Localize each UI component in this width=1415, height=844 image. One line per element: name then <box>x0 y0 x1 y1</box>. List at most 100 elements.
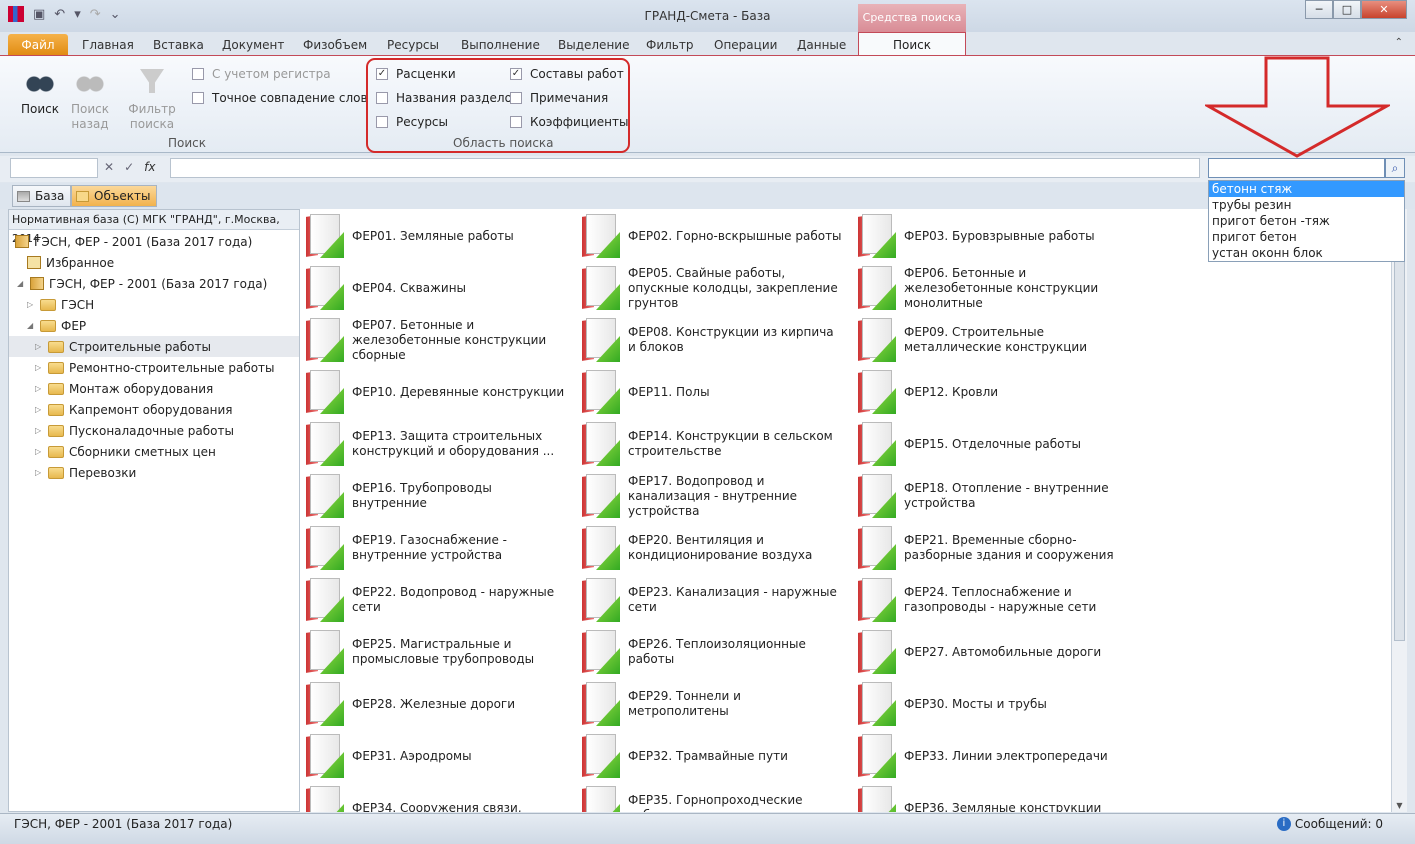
case-sensitive-checkbox[interactable]: С учетом регистра <box>192 67 331 81</box>
expand-arrow-icon[interactable]: ▷ <box>35 342 43 351</box>
collection-item[interactable]: ФЕР23. Канализация - наружные сети <box>576 575 846 625</box>
tab-objects[interactable]: Объекты <box>71 185 158 207</box>
collection-item[interactable]: ФЕР18. Отопление - внутренние устройства <box>852 471 1122 521</box>
collection-item[interactable]: ФЕР15. Отделочные работы <box>852 419 1122 469</box>
search-input[interactable] <box>1208 158 1385 178</box>
search-go-icon[interactable]: ⌕ <box>1385 158 1405 178</box>
exact-match-checkbox[interactable]: Точное совпадение слов <box>192 91 368 105</box>
collection-item[interactable]: ФЕР32. Трамвайные пути <box>576 731 846 781</box>
collection-item[interactable]: ФЕР12. Кровли <box>852 367 1122 417</box>
collection-item[interactable]: ФЕР22. Водопровод - наружные сети <box>300 575 570 625</box>
collection-item[interactable]: ФЕР03. Буровзрывные работы <box>852 211 1122 261</box>
tab-resources[interactable]: Ресурсы <box>387 38 439 52</box>
tab-base[interactable]: База <box>12 185 72 207</box>
collection-item[interactable]: ФЕР11. Полы <box>576 367 846 417</box>
search-button[interactable]: Поиск <box>20 66 60 117</box>
tree-node-commissioning[interactable]: ▷ Пусконаладочные работы <box>35 420 234 441</box>
collection-item[interactable]: ФЕР06. Бетонные и железобетонные констру… <box>852 263 1122 313</box>
tab-document[interactable]: Документ <box>222 38 284 52</box>
tab-volume[interactable]: Физобъем <box>303 38 367 52</box>
expand-arrow-icon[interactable]: ▷ <box>27 300 35 309</box>
cancel-icon[interactable]: ✕ <box>104 160 114 174</box>
tree-node-favorites[interactable]: Избранное <box>27 252 114 273</box>
collection-item[interactable]: ФЕР27. Автомобильные дороги <box>852 627 1122 677</box>
tree-node-overhaul[interactable]: ▷ Капремонт оборудования <box>35 399 233 420</box>
scroll-thumb[interactable] <box>1394 221 1405 641</box>
tab-insert[interactable]: Вставка <box>153 38 204 52</box>
tree-node-gesn[interactable]: ▷ ГЭСН <box>27 294 94 315</box>
expand-arrow-icon[interactable]: ▷ <box>35 363 43 372</box>
name-box[interactable] <box>10 158 98 178</box>
tab-home[interactable]: Главная <box>82 38 134 52</box>
collection-item[interactable]: ФЕР35. Горнопроходческие работы <box>576 783 846 812</box>
collection-item[interactable]: ФЕР33. Линии электропередачи <box>852 731 1122 781</box>
folder-icon <box>40 298 56 311</box>
collection-item[interactable]: ФЕР19. Газоснабжение - внутренние устрой… <box>300 523 570 573</box>
tree-node-root[interactable]: ГЭСН, ФЕР - 2001 (База 2017 года) <box>15 231 252 252</box>
expand-arrow-icon[interactable]: ▷ <box>35 426 43 435</box>
search-history-item[interactable]: трубы резин <box>1209 197 1404 213</box>
search-back-button[interactable]: Поиск назад <box>70 66 110 132</box>
expand-arrow-icon[interactable]: ▷ <box>35 405 43 414</box>
collection-item[interactable]: ФЕР21. Временные сборно-разборные здания… <box>852 523 1122 573</box>
tree-node-fer[interactable]: ◢ ФЕР <box>27 315 86 336</box>
collection-item[interactable]: ФЕР07. Бетонные и железобетонные констру… <box>300 315 570 365</box>
search-filter-button[interactable]: Фильтр поиска <box>128 66 176 132</box>
collapse-arrow-icon[interactable]: ◢ <box>27 321 35 330</box>
collection-item[interactable]: ФЕР20. Вентиляция и кондиционирование во… <box>576 523 846 573</box>
collection-item[interactable]: ФЕР09. Строительные металлические констр… <box>852 315 1122 365</box>
folder-icon <box>76 190 89 202</box>
collection-item[interactable]: ФЕР13. Защита строительных конструкций и… <box>300 419 570 469</box>
close-button[interactable]: ✕ <box>1361 0 1407 19</box>
search-history-item[interactable]: устан оконн блок <box>1209 245 1404 261</box>
tab-filter[interactable]: Фильтр <box>646 38 693 52</box>
tree-node-construction[interactable]: ▷ Строительные работы <box>9 336 299 357</box>
tab-search[interactable]: Поиск <box>858 32 966 57</box>
collapse-ribbon-icon[interactable]: ⌃ <box>1395 37 1403 48</box>
expand-arrow-icon[interactable]: ▷ <box>35 468 43 477</box>
tab-operations[interactable]: Операции <box>714 38 777 52</box>
expand-arrow-icon[interactable]: ▷ <box>35 447 43 456</box>
tree-node-prices[interactable]: ▷ Сборники сметных цен <box>35 441 216 462</box>
formula-input[interactable] <box>170 158 1200 178</box>
collection-item[interactable]: ФЕР14. Конструкции в сельском строительс… <box>576 419 846 469</box>
collection-item[interactable]: ФЕР10. Деревянные конструкции <box>300 367 570 417</box>
collection-item[interactable]: ФЕР25. Магистральные и промысловые трубо… <box>300 627 570 677</box>
collection-item[interactable]: ФЕР30. Мосты и трубы <box>852 679 1122 729</box>
collection-item[interactable]: ФЕР02. Горно-вскрышные работы <box>576 211 846 261</box>
expand-arrow-icon[interactable]: ▷ <box>35 384 43 393</box>
minimize-button[interactable]: ─ <box>1305 0 1333 19</box>
collection-item[interactable]: ФЕР31. Аэродромы <box>300 731 570 781</box>
search-history-item[interactable]: бетонн стяж <box>1209 181 1404 197</box>
fx-icon[interactable]: fx <box>144 160 155 174</box>
tab-selection[interactable]: Выделение <box>558 38 629 52</box>
collection-item[interactable]: ФЕР24. Теплоснабжение и газопроводы - на… <box>852 575 1122 625</box>
search-history-item[interactable]: пригот бетон -тяж <box>1209 213 1404 229</box>
messages-indicator[interactable]: i Сообщений: 0 <box>1276 817 1383 831</box>
collection-item[interactable]: ФЕР34. Сооружения связи, <box>300 783 570 812</box>
tree-node-transport[interactable]: ▷ Перевозки <box>35 462 136 483</box>
search-history-item[interactable]: пригот бетон <box>1209 229 1404 245</box>
tab-execution[interactable]: Выполнение <box>461 38 540 52</box>
tree-node-installation[interactable]: ▷ Монтаж оборудования <box>35 378 213 399</box>
collection-item[interactable]: ФЕР36. Земляные конструкции <box>852 783 1122 812</box>
collection-item[interactable]: ФЕР26. Теплоизоляционные работы <box>576 627 846 677</box>
tab-data[interactable]: Данные <box>797 38 846 52</box>
collection-item[interactable]: ФЕР08. Конструкции из кирпича и блоков <box>576 315 846 365</box>
tab-file[interactable]: Файл <box>8 34 68 56</box>
collection-item[interactable]: ФЕР01. Земляные работы <box>300 211 570 261</box>
confirm-icon[interactable]: ✓ <box>124 160 134 174</box>
scroll-down-icon[interactable]: ▼ <box>1392 801 1407 810</box>
collection-item[interactable]: ФЕР29. Тоннели и метрополитены <box>576 679 846 729</box>
collection-item[interactable]: ФЕР04. Скважины <box>300 263 570 313</box>
book-icon <box>582 682 620 726</box>
collection-item[interactable]: ФЕР17. Водопровод и канализация - внутре… <box>576 471 846 521</box>
maximize-button[interactable]: □ <box>1333 0 1361 19</box>
vertical-scrollbar[interactable]: ▲ ▼ <box>1391 209 1407 812</box>
collection-item[interactable]: ФЕР16. Трубопроводы внутренние <box>300 471 570 521</box>
collapse-arrow-icon[interactable]: ◢ <box>17 279 25 288</box>
collection-item[interactable]: ФЕР05. Свайные работы, опускные колодцы,… <box>576 263 846 313</box>
tree-node-base[interactable]: ◢ ГЭСН, ФЕР - 2001 (База 2017 года) <box>17 273 267 294</box>
tree-node-repair[interactable]: ▷ Ремонтно-строительные работы <box>35 357 275 378</box>
collection-item[interactable]: ФЕР28. Железные дороги <box>300 679 570 729</box>
